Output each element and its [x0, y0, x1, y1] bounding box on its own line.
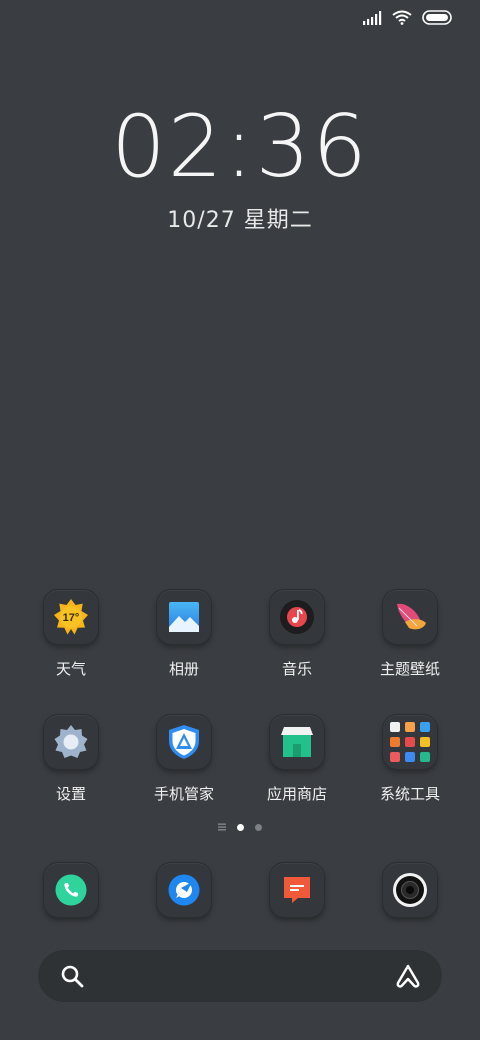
app-tile[interactable] — [270, 590, 324, 644]
app-tile[interactable] — [157, 590, 211, 644]
app-tile[interactable] — [270, 863, 324, 917]
app-label-system-tools: 系统工具 — [379, 785, 440, 803]
app-security[interactable]: 手机管家 — [128, 715, 240, 804]
app-label-settings: 设置 — [55, 785, 86, 803]
app-label-music: 音乐 — [281, 660, 312, 678]
dock-phone[interactable] — [15, 863, 127, 917]
messages-icon — [284, 877, 310, 903]
page-indicator[interactable] — [0, 823, 480, 831]
app-store[interactable]: 应用商店 — [241, 715, 353, 804]
app-tile[interactable] — [383, 863, 437, 917]
dock-messages[interactable] — [241, 863, 353, 917]
search-icon[interactable] — [60, 964, 84, 988]
app-label-weather: 天气 — [55, 660, 86, 678]
dock-camera[interactable] — [354, 863, 466, 917]
weather-icon: 17° — [54, 599, 88, 635]
app-tile[interactable] — [270, 715, 324, 769]
app-gallery[interactable]: 相册 — [128, 590, 240, 679]
clock-date[interactable]: 10/27 星期二 — [0, 202, 480, 234]
app-settings[interactable]: 设置 — [15, 715, 127, 804]
browser-icon — [168, 874, 200, 906]
app-tile[interactable] — [383, 715, 437, 769]
app-label-gallery: 相册 — [168, 660, 199, 678]
phone-icon — [55, 874, 87, 906]
page-list-icon — [218, 823, 226, 831]
battery-icon — [422, 10, 452, 25]
app-store-icon — [281, 727, 313, 757]
signal-icon — [363, 10, 382, 25]
search-bar[interactable] — [38, 950, 442, 1002]
security-shield-icon — [169, 725, 199, 759]
app-tile[interactable] — [157, 715, 211, 769]
page-dot — [255, 823, 262, 831]
gallery-icon — [169, 602, 199, 632]
camera-icon — [393, 873, 427, 907]
app-tile[interactable] — [157, 863, 211, 917]
app-label-themes: 主题壁纸 — [379, 660, 440, 678]
folder-icon — [390, 722, 430, 762]
app-tile[interactable] — [44, 863, 98, 917]
app-tile[interactable]: 17° — [44, 590, 98, 644]
app-music[interactable]: 音乐 — [241, 590, 353, 679]
themes-icon — [397, 603, 426, 630]
settings-gear-icon — [54, 725, 88, 758]
app-weather[interactable]: 17° 天气 — [15, 590, 127, 679]
app-tile[interactable] — [383, 590, 437, 644]
app-themes[interactable]: 主题壁纸 — [354, 590, 466, 679]
app-system-tools-folder[interactable]: 系统工具 — [354, 715, 466, 804]
app-label-store: 应用商店 — [266, 785, 327, 803]
status-bar — [362, 10, 454, 25]
app-tile[interactable] — [44, 715, 98, 769]
clock-time[interactable]: 02:36 — [0, 104, 480, 190]
music-icon — [280, 600, 314, 634]
wifi-icon — [392, 10, 412, 25]
app-label-security: 手机管家 — [153, 785, 214, 803]
assistant-icon[interactable] — [394, 963, 422, 989]
page-dot-active — [237, 823, 244, 831]
weather-temp: 17° — [63, 612, 80, 624]
dock-browser[interactable] — [128, 863, 240, 917]
